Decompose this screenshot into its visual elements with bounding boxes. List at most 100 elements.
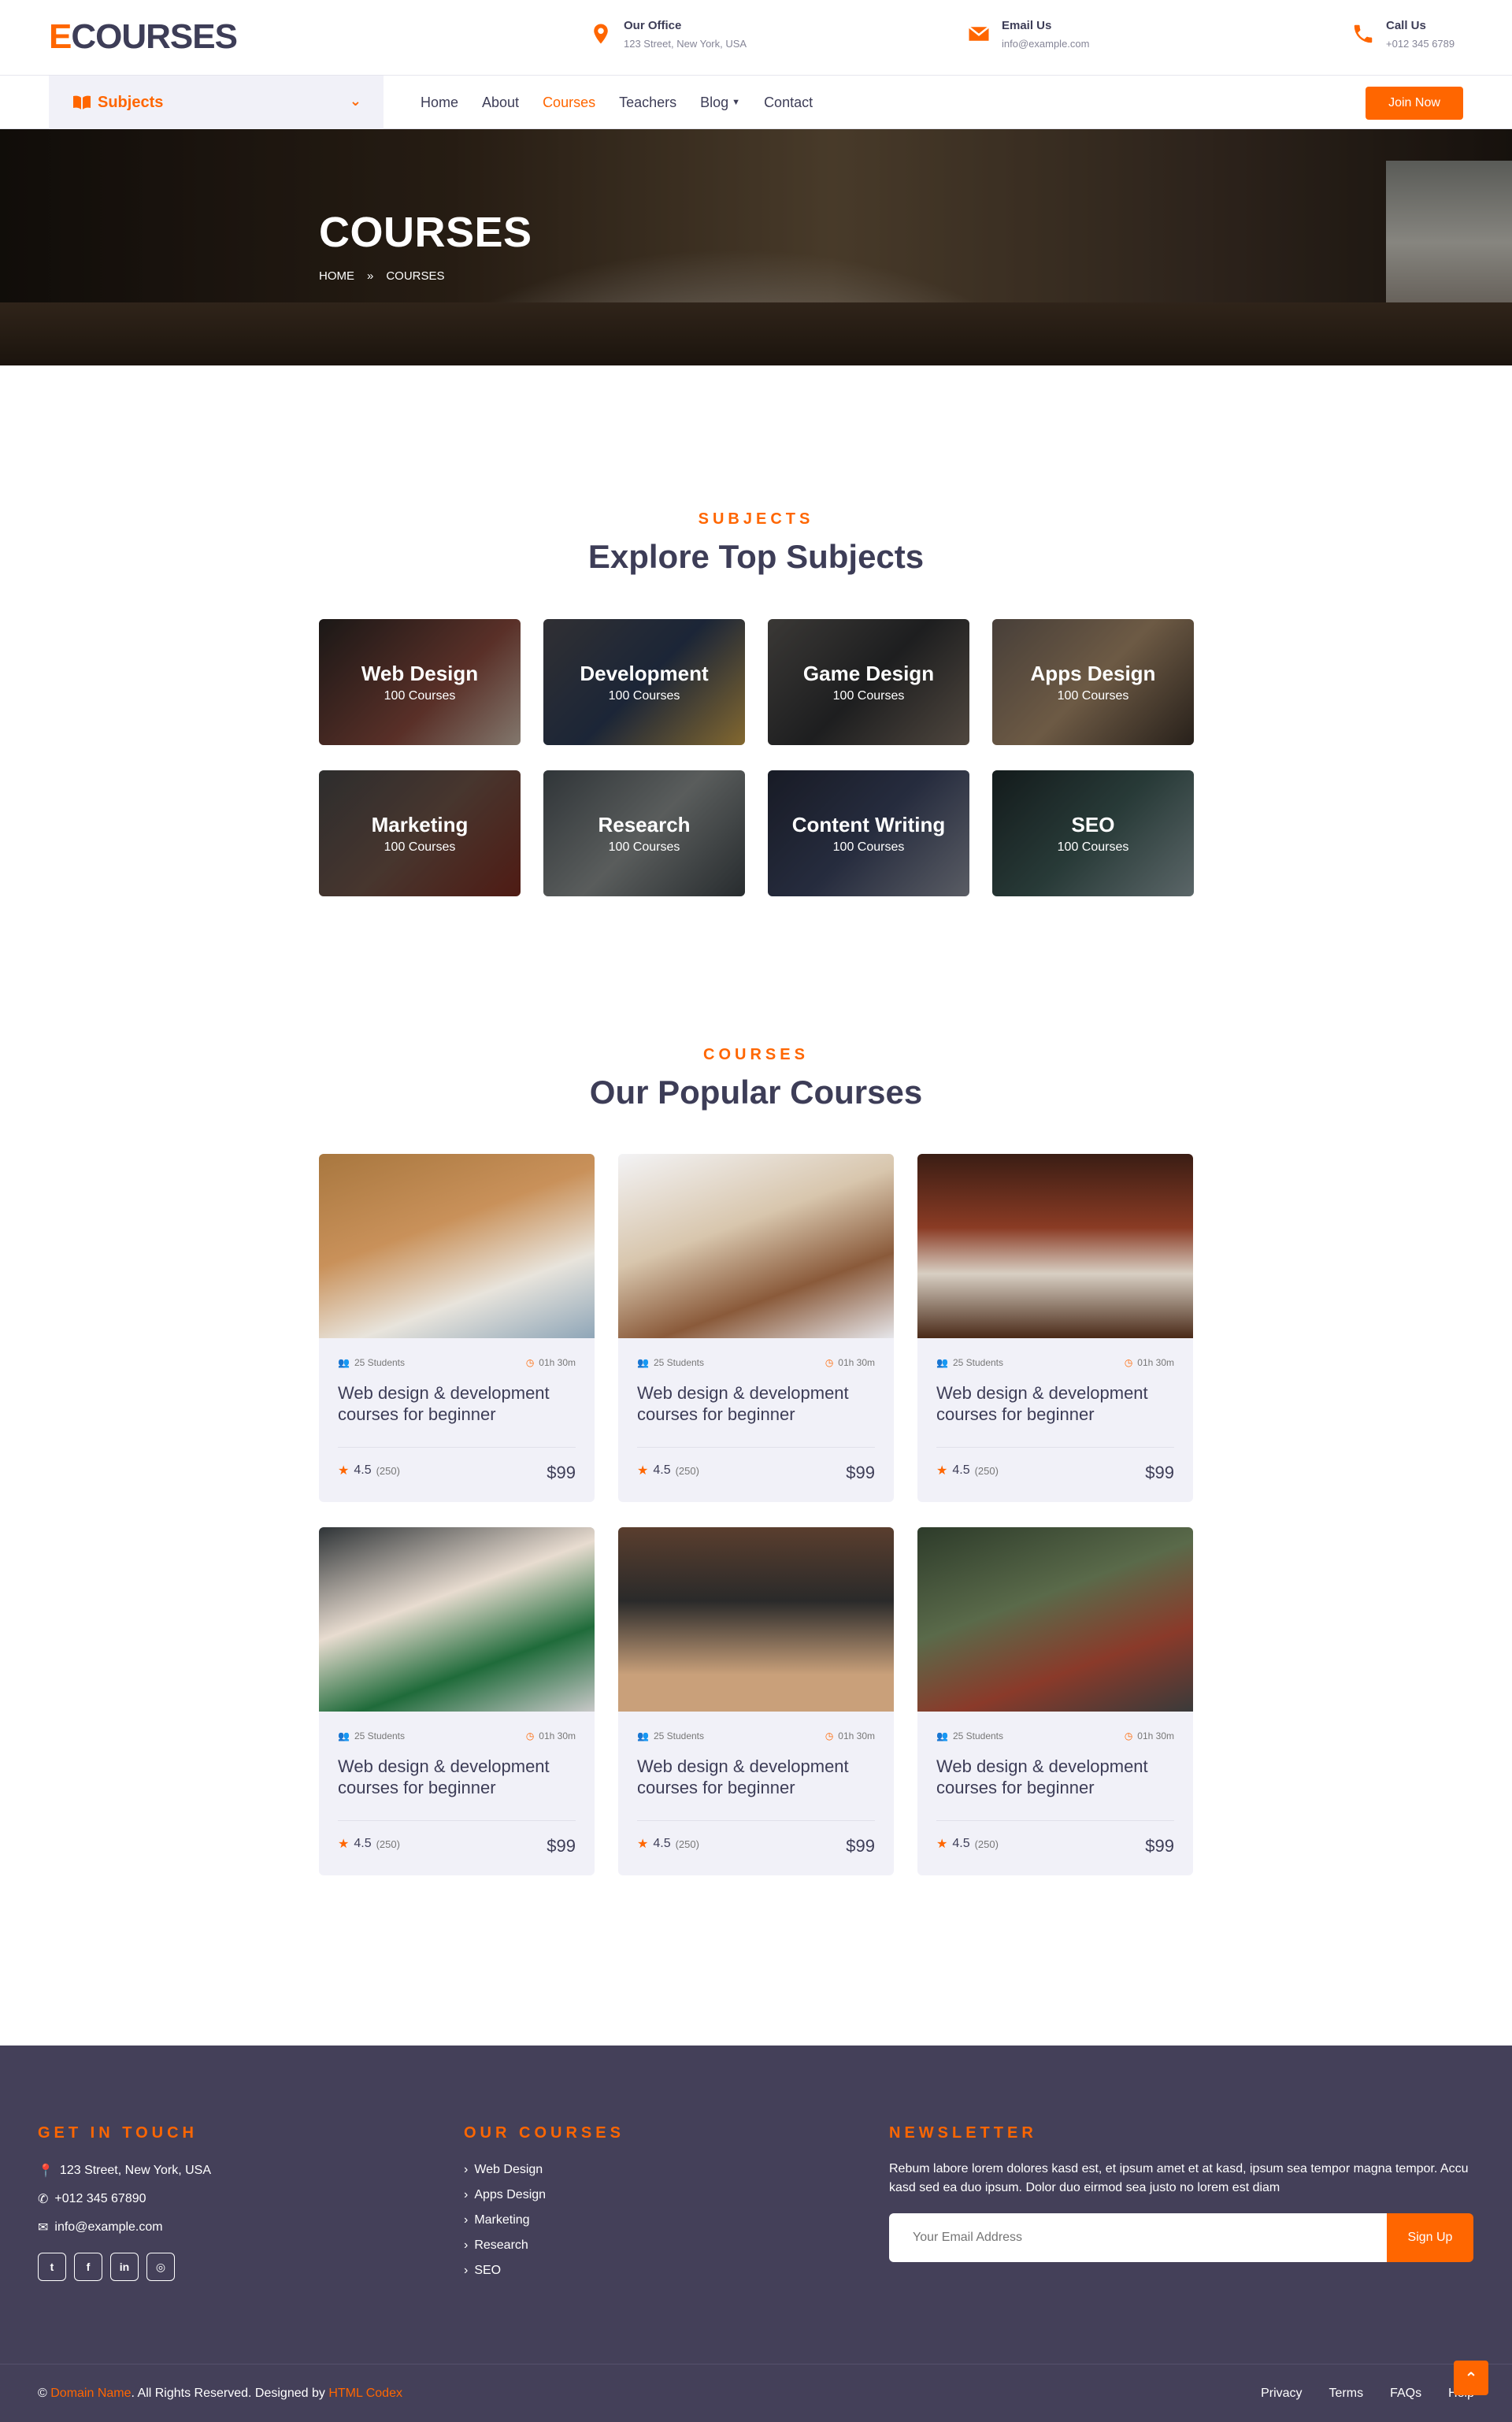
course-card[interactable]: 👥 25 Students ◷ 01h 30m Web design & devel… [618,1527,894,1875]
envelope-icon: ✉ [38,2221,49,2235]
course-rating: ★ 4.5 (250) [338,1836,400,1852]
subject-name: Content Writing [791,813,946,836]
courses-kicker: COURSES [703,1046,809,1063]
subject-card[interactable]: Content Writing 100 Courses [768,770,969,896]
course-title[interactable]: Web design & development courses for beg… [936,1382,1174,1425]
course-image[interactable] [917,1527,1193,1712]
course-meta: 👥 25 Students ◷ 01h 30m [637,1730,875,1741]
footer-course-link[interactable]: › SEO [464,2264,624,2278]
star-icon: ★ [936,1838,948,1851]
footer-bottom: © Domain Name. All Rights Reserved. Desi… [0,2364,1512,2422]
course-price: $99 [1145,1463,1174,1482]
logo[interactable]: ECOURSES [49,17,238,57]
users-icon: 👥 [936,1357,948,1368]
back-to-top-button[interactable]: ⌃ [1454,2361,1488,2395]
course-rating: ★ 4.5 (250) [936,1463,999,1478]
rating-value: 4.5 [653,1837,671,1850]
newsletter-form: Sign Up [889,2213,1473,2262]
course-image[interactable] [917,1154,1193,1338]
nav-blog[interactable]: Blog ▼ [700,95,740,111]
subject-card[interactable]: SEO 100 Courses [992,770,1194,896]
subject-card[interactable]: Marketing 100 Courses [319,770,521,896]
course-title[interactable]: Web design & development courses for beg… [637,1756,875,1798]
course-title[interactable]: Web design & development courses for beg… [338,1382,576,1425]
main-nav: Home About Courses Teachers Blog ▼ Contac… [421,76,836,129]
subject-count: 100 Courses [1057,840,1129,854]
footer-course-link[interactable]: › Apps Design [464,2188,624,2202]
course-image[interactable] [618,1527,894,1712]
subject-card[interactable]: Development 100 Courses [543,619,745,745]
course-card[interactable]: 👥 25 Students ◷ 01h 30m Web design & devel… [319,1527,595,1875]
newsletter-text: Rebum labore lorem dolores kasd est, et … [889,2162,1469,2194]
subject-count: 100 Courses [384,840,456,854]
course-image[interactable] [319,1154,595,1338]
footer-course-label: SEO [474,2264,502,2277]
footer-link-faqs[interactable]: FAQs [1390,2387,1421,2401]
course-card[interactable]: 👥 25 Students ◷ 01h 30m Web design & devel… [319,1154,595,1502]
course-image[interactable] [618,1154,894,1338]
facebook-icon[interactable]: f [74,2253,102,2281]
footer-course-link[interactable]: › Marketing [464,2213,624,2227]
rating-count: (250) [974,1464,999,1477]
footer-course-link[interactable]: › Research [464,2238,624,2253]
subjects-dropdown[interactable]: Subjects ⌄ [49,76,384,129]
course-students: 👥 25 Students [338,1730,405,1741]
subjects-label: Subjects [98,93,164,111]
footer-course-link[interactable]: › Web Design [464,2163,624,2177]
designer-link[interactable]: HTML Codex [328,2387,402,2400]
course-students: 👥 25 Students [936,1730,1003,1741]
breadcrumb-home[interactable]: HOME [319,269,354,283]
course-rating: ★ 4.5 (250) [936,1836,999,1852]
course-card[interactable]: 👥 25 Students ◷ 01h 30m Web design & devel… [917,1527,1193,1875]
course-card[interactable]: 👥 25 Students ◷ 01h 30m Web design & devel… [618,1154,894,1502]
users-icon: 👥 [637,1357,649,1368]
nav-courses[interactable]: Courses [543,95,595,111]
newsletter-email-input[interactable] [889,2213,1387,2262]
footer-link-privacy[interactable]: Privacy [1261,2387,1302,2401]
double-chevron-up-icon: ⌃ [1464,2369,1478,2387]
course-title[interactable]: Web design & development courses for beg… [936,1756,1174,1798]
course-title[interactable]: Web design & development courses for beg… [637,1382,875,1425]
course-rating: ★ 4.5 (250) [637,1463,699,1478]
caret-down-icon: ▼ [732,98,741,107]
users-icon: 👥 [338,1730,350,1741]
book-open-icon [73,95,91,109]
twitter-icon[interactable]: t [38,2253,66,2281]
nav-about[interactable]: About [482,95,519,111]
subject-count: 100 Courses [1057,689,1129,703]
course-price: $99 [846,1463,875,1482]
linkedin-icon[interactable]: in [110,2253,139,2281]
office-value: 123 Street, New York, USA [624,38,747,50]
join-now-button[interactable]: Join Now [1366,87,1463,120]
subject-card[interactable]: Web Design 100 Courses [319,619,521,745]
subject-count: 100 Courses [832,689,905,703]
instagram-icon[interactable]: ◎ [146,2253,175,2281]
sign-up-button[interactable]: Sign Up [1387,2213,1473,2262]
courses-section: COURSES Our Popular Courses [0,1046,1512,1111]
course-meta: 👥 25 Students ◷ 01h 30m [637,1357,875,1368]
rating-count: (250) [675,1464,699,1477]
course-title[interactable]: Web design & development courses for beg… [338,1756,576,1798]
course-duration-text: 01h 30m [539,1357,576,1368]
course-students-text: 25 Students [653,1730,705,1741]
subjects-kicker: SUBJECTS [698,510,814,528]
nav-home[interactable]: Home [421,95,458,111]
domain-link[interactable]: Domain Name [50,2387,131,2400]
course-students-text: 25 Students [653,1357,705,1368]
footer-phone: ✆ +012 345 67890 [38,2191,211,2207]
course-duration-text: 01h 30m [1137,1357,1174,1368]
footer-courses-heading: OUR COURSES [464,2124,624,2142]
email-value[interactable]: info@example.com [1002,35,1089,54]
subject-card[interactable]: Research 100 Courses [543,770,745,896]
course-card[interactable]: 👥 25 Students ◷ 01h 30m Web design & devel… [917,1154,1193,1502]
course-image[interactable] [319,1527,595,1712]
nav-contact[interactable]: Contact [764,95,813,111]
footer-link-terms[interactable]: Terms [1329,2387,1364,2401]
nav-teachers[interactable]: Teachers [619,95,676,111]
phone-value[interactable]: +012 345 6789 [1386,35,1455,54]
course-price: $99 [1145,1836,1174,1856]
subject-card[interactable]: Apps Design 100 Courses [992,619,1194,745]
subject-card[interactable]: Game Design 100 Courses [768,619,969,745]
footer-address: 📍 123 Street, New York, USA [38,2163,211,2179]
contact-phone: Call Us +012 345 6789 [1351,17,1455,54]
